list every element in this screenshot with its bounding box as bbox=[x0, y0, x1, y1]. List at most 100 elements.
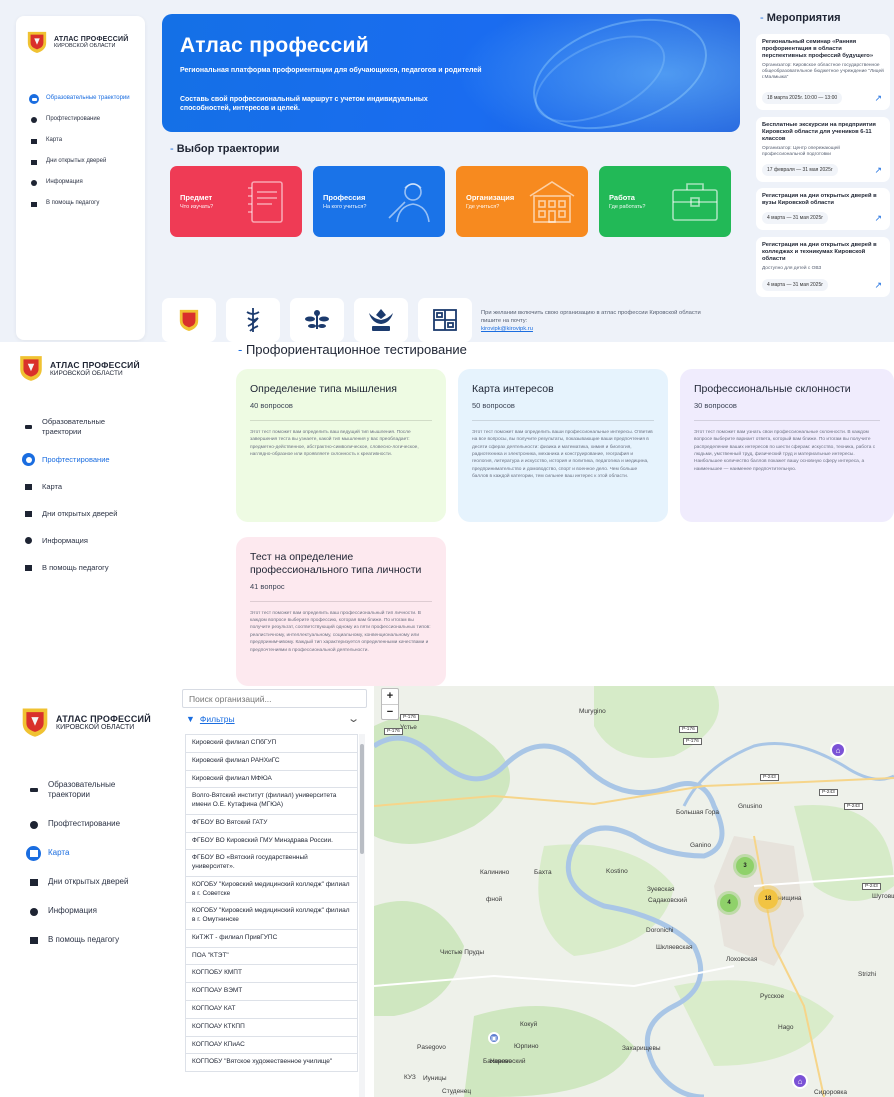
nav-item-trajectories[interactable]: Образовательные траектории bbox=[22, 408, 117, 446]
nav-item-info[interactable]: Информация bbox=[26, 897, 128, 926]
event-card[interactable]: Бесплатные экскурсии на предприятия Киро… bbox=[756, 117, 890, 182]
nav-item-info[interactable]: Информация bbox=[29, 173, 130, 193]
test-card-thinking[interactable]: Определение типа мышления 40 вопросов Эт… bbox=[236, 369, 446, 522]
tile-profession[interactable]: Профессия На кого учиться? bbox=[313, 166, 445, 237]
test-icon bbox=[22, 453, 35, 466]
event-card[interactable]: Регистрация на дни открытых дверей в вуз… bbox=[756, 188, 890, 230]
transport-pin-icon[interactable]: ▣ bbox=[488, 1032, 500, 1044]
partner-logo[interactable] bbox=[418, 298, 472, 342]
nav-label: Образовательные траектории bbox=[42, 417, 106, 436]
open-arrow-icon[interactable]: ↗ bbox=[874, 93, 882, 104]
partner-email-link[interactable]: kirovipk@kirovipk.ru bbox=[481, 326, 533, 332]
test-card-inclinations[interactable]: Профессиональные склонности 30 вопросов … bbox=[680, 369, 894, 522]
road-badge: Р-243 bbox=[819, 789, 838, 796]
nav-label: Профтестирование bbox=[42, 454, 110, 464]
hero-title: Атлас профессий bbox=[180, 34, 369, 57]
tile-work[interactable]: Работа Где работать? bbox=[599, 166, 731, 237]
partner-logo[interactable] bbox=[226, 298, 280, 342]
org-list-item[interactable]: КОГПОАУ КАТ bbox=[185, 1001, 358, 1019]
nav-item-testing[interactable]: Профтестирование bbox=[22, 446, 117, 473]
chevron-down-icon[interactable]: ⌄ bbox=[347, 712, 360, 725]
map-place-label: Кокуй bbox=[520, 1021, 538, 1028]
test-card-personality[interactable]: Тест на определение профессионального ти… bbox=[236, 537, 446, 686]
zoom-out-button[interactable]: − bbox=[382, 704, 398, 719]
org-list-item[interactable]: КОГОБУ "Кировский медицинский колледж" ф… bbox=[185, 903, 358, 930]
tests-section-title: Профориентационное тестирование bbox=[238, 342, 467, 357]
org-list-item[interactable]: КОГОБУ "Кировский медицинский колледж" ф… bbox=[185, 876, 358, 904]
test-card-interests[interactable]: Карта интересов 50 вопросов Этот тест по… bbox=[458, 369, 668, 522]
map-place-label: Калинино bbox=[480, 869, 510, 876]
nav-item-map[interactable]: Карта bbox=[26, 839, 128, 868]
nav-item-trajectories[interactable]: Образовательные траектории bbox=[26, 770, 128, 810]
org-list-item[interactable]: КОГПОАУ ВЭМТ bbox=[185, 983, 358, 1002]
nav-item-map[interactable]: Карта bbox=[22, 473, 117, 500]
nav-item-testing[interactable]: Профтестирование bbox=[26, 810, 128, 839]
hero-cta: Составь свой профессиональный маршрут с … bbox=[180, 96, 428, 113]
tile-subject[interactable]: Предмет Что изучать? bbox=[170, 166, 302, 237]
nav-item-teacher[interactable]: В помощь педагогу bbox=[26, 926, 128, 955]
brand-logo[interactable]: АТЛАС ПРОФЕССИЙ КИРОВСКОЙ ОБЛАСТИ bbox=[20, 706, 151, 738]
org-list-item[interactable]: КОГПОАУ КПиАС bbox=[185, 1036, 358, 1055]
org-list-scrollbar[interactable] bbox=[359, 734, 365, 1097]
org-list-item[interactable]: Кировский филиал РАНХиГС bbox=[185, 752, 358, 771]
map-screen: АТЛАС ПРОФЕССИЙ КИРОВСКОЙ ОБЛАСТИ Образо… bbox=[0, 686, 894, 1097]
org-list-item[interactable]: Волго-Вятский институт (филиал) универси… bbox=[185, 788, 358, 815]
org-list-item[interactable]: Кировский филиал СПбГУП bbox=[185, 734, 358, 753]
nav-label: Карта bbox=[48, 848, 70, 858]
brand-logo[interactable]: АТЛАС ПРОФЕССИЙ КИРОВСКОЙ ОБЛАСТИ bbox=[26, 30, 128, 54]
event-card[interactable]: Региональный семинар «Ранняя профориента… bbox=[756, 34, 890, 110]
zoom-in-button[interactable]: + bbox=[382, 689, 398, 704]
org-search-input[interactable] bbox=[182, 689, 367, 708]
org-list-item[interactable]: ПОА "КТЭТ" bbox=[185, 947, 358, 966]
partner-logo[interactable] bbox=[162, 298, 216, 342]
event-card[interactable]: Регистрация на дни открытых дверей в кол… bbox=[756, 237, 890, 297]
org-list-item[interactable]: КОГПОБУ "Вятское художественное училище" bbox=[185, 1054, 358, 1073]
partner-logo[interactable] bbox=[354, 298, 408, 342]
brand-logo[interactable]: АТЛАС ПРОФЕССИЙ КИРОВСКОЙ ОБЛАСТИ bbox=[18, 354, 140, 382]
event-date: 4 марта — 31 мая 2025г bbox=[762, 279, 829, 291]
university-pin-icon[interactable]: ⌂ bbox=[792, 1073, 808, 1089]
tile-title: Работа bbox=[609, 193, 635, 202]
open-arrow-icon[interactable]: ↗ bbox=[874, 280, 882, 291]
map-view[interactable]: Murygino Устье Бахта Gnusino Большая Гора Gan… bbox=[374, 686, 894, 1097]
map-cluster[interactable]: 3 bbox=[736, 857, 754, 875]
map-cluster[interactable]: 18 bbox=[758, 889, 778, 909]
nav-label: Дни открытых дверей bbox=[48, 877, 129, 887]
nav-item-open-days[interactable]: Дни открытых дверей bbox=[29, 152, 130, 172]
map-place-label: Садаковский bbox=[648, 897, 688, 904]
nav-item-teacher[interactable]: В помощь педагогу bbox=[29, 194, 130, 214]
tile-organization[interactable]: Организация Где учиться? bbox=[456, 166, 588, 237]
partner-logo[interactable] bbox=[290, 298, 344, 342]
org-list-item[interactable]: КОГПОАУ КТКПП bbox=[185, 1018, 358, 1037]
main-nav: Образовательные траектории Профтестирова… bbox=[26, 770, 128, 955]
nav-item-open-days[interactable]: Дни открытых дверей bbox=[26, 868, 128, 897]
map-place-label: Бахта bbox=[534, 869, 552, 876]
org-list-item[interactable]: КиТЖТ - филиал ПривГУПС bbox=[185, 929, 358, 948]
nav-item-map[interactable]: Карта bbox=[29, 131, 130, 151]
event-title: Бесплатные экскурсии на предприятия Киро… bbox=[762, 122, 876, 143]
brand-subtitle: КИРОВСКОЙ ОБЛАСТИ bbox=[50, 369, 123, 377]
map-place-label: Hago bbox=[778, 1024, 794, 1031]
nav-label: Образовательные траектории bbox=[48, 779, 116, 799]
org-list-item[interactable]: ФГБОУ ВО «Вятский государственный универ… bbox=[185, 850, 358, 877]
nav-item-info[interactable]: Информация bbox=[22, 527, 117, 554]
org-list-item[interactable]: КОГПОБУ КМПТ bbox=[185, 965, 358, 984]
brand-subtitle: КИРОВСКОЙ ОБЛАСТИ bbox=[54, 42, 116, 49]
briefcase-icon bbox=[672, 183, 718, 221]
org-list-item[interactable]: ФГБОУ ВО Кировский ГМУ Минздрава России. bbox=[185, 832, 358, 851]
filters-toggle[interactable]: ▼ Фильтры bbox=[186, 714, 235, 724]
nav-item-open-days[interactable]: Дни открытых дверей bbox=[22, 500, 117, 527]
main-nav: Образовательные траектории Профтестирова… bbox=[22, 408, 117, 581]
map-place-label: фной bbox=[486, 896, 503, 903]
nav-item-teacher[interactable]: В помощь педагогу bbox=[22, 554, 117, 581]
university-pin-icon[interactable]: ⌂ bbox=[830, 742, 846, 758]
open-arrow-icon[interactable]: ↗ bbox=[874, 165, 882, 176]
org-list-item[interactable]: Кировский филиал МФЮА bbox=[185, 770, 358, 789]
org-list-item[interactable]: ФГБОУ ВО Вятский ГАТУ bbox=[185, 814, 358, 833]
nav-item-testing[interactable]: Профтестирование bbox=[29, 110, 130, 130]
test-description: Этот тест поможет вам определить ваш про… bbox=[250, 610, 431, 653]
scrollbar-thumb[interactable] bbox=[360, 744, 364, 854]
map-cluster[interactable]: 4 bbox=[720, 894, 738, 912]
nav-item-trajectories[interactable]: Образовательные траектории bbox=[29, 89, 130, 109]
open-arrow-icon[interactable]: ↗ bbox=[874, 213, 882, 224]
